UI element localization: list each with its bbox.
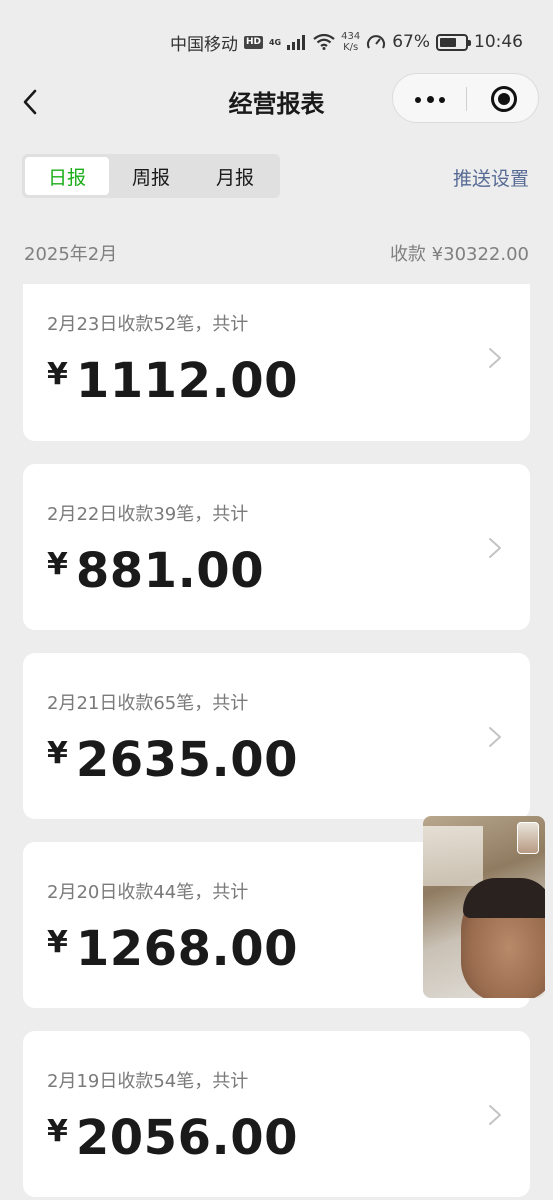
record-amount: ¥ 1112.00 [47, 356, 298, 406]
more-dots-icon [439, 97, 445, 103]
daily-record-card[interactable]: 2月22日收款39笔，共计 ¥ 881.00 [23, 464, 530, 630]
target-circle-icon-center [498, 93, 510, 105]
amount-value: 881.00 [75, 543, 265, 599]
currency-symbol: ¥ [47, 736, 68, 771]
record-description: 2月20日收款44笔，共计 [47, 882, 249, 903]
record-description: 2月23日收款52笔，共计 [47, 314, 249, 335]
currency-symbol: ¥ [47, 547, 68, 582]
net-speed-unit: K/s [343, 42, 359, 53]
amount-value: 2056.00 [75, 1110, 298, 1166]
speedometer-icon [367, 35, 386, 49]
tab-daily[interactable]: 日报 [25, 157, 109, 195]
battery-fill [440, 37, 456, 47]
carrier-label: 中国移动 [169, 34, 238, 55]
battery-percent: 67% [392, 32, 430, 52]
chevron-right-icon [489, 1105, 501, 1125]
net-speed: 434 K/s [341, 31, 360, 53]
record-amount: ¥ 2635.00 [47, 735, 298, 785]
clock: 10:46 [474, 32, 523, 52]
currency-symbol: ¥ [47, 357, 68, 392]
more-button[interactable] [393, 74, 466, 124]
record-amount: ¥ 1268.00 [47, 924, 298, 974]
close-button[interactable] [467, 74, 539, 124]
more-dots-icon [427, 96, 434, 103]
amount-value: 1268.00 [75, 921, 298, 977]
net-speed-value: 434 [341, 31, 361, 42]
video-background [423, 826, 483, 886]
status-bar-right: 中国移动 HD 4G 434 K/s 67% 10:46 [170, 28, 523, 56]
record-description: 2月22日收款39笔，共计 [47, 504, 249, 525]
wifi-icon [313, 34, 335, 50]
report-tabs: 日报 周报 月报 [22, 154, 280, 198]
push-settings-link[interactable]: 推送设置 [453, 164, 529, 191]
record-amount: ¥ 2056.00 [47, 1113, 298, 1163]
remote-video-feed-hair [463, 878, 545, 918]
self-preview[interactable] [517, 822, 539, 854]
amount-value: 2635.00 [75, 732, 298, 788]
record-description: 2月19日收款54笔，共计 [47, 1071, 249, 1092]
floating-video-call[interactable] [423, 816, 545, 998]
tab-weekly[interactable]: 周报 [109, 157, 193, 195]
status-bar: 中国移动 HD 4G 434 K/s 67% 10:46 [0, 0, 553, 80]
battery-icon [436, 33, 471, 51]
amount-value: 1112.00 [75, 353, 298, 409]
mini-program-capsule [392, 73, 539, 123]
daily-record-card[interactable]: 2月21日收款65笔，共计 ¥ 2635.00 [23, 653, 530, 819]
hd-badge: HD [243, 35, 263, 49]
tab-monthly[interactable]: 月报 [193, 157, 277, 195]
daily-record-card[interactable]: 2月19日收款54笔，共计 ¥ 2056.00 [23, 1031, 530, 1197]
network-type: 4G [269, 38, 281, 47]
chevron-right-icon [489, 538, 501, 558]
month-total: 收款 ¥30322.00 [389, 244, 529, 265]
chevron-right-icon [489, 348, 501, 368]
currency-symbol: ¥ [47, 1114, 68, 1149]
record-description: 2月21日收款65笔，共计 [47, 693, 249, 714]
chevron-right-icon [489, 727, 501, 747]
month-label: 2025年2月 [24, 244, 118, 265]
more-dots-icon [415, 97, 421, 103]
currency-symbol: ¥ [47, 925, 68, 960]
month-summary: 2025年2月 收款 ¥30322.00 [24, 240, 529, 266]
daily-record-card[interactable]: 2月23日收款52笔，共计 ¥ 1112.00 [23, 284, 530, 441]
record-amount: ¥ 881.00 [47, 546, 264, 596]
nav-bar: 经营报表 [0, 72, 553, 128]
network-type-label: 4G [268, 37, 282, 47]
signal-icon [287, 35, 306, 50]
